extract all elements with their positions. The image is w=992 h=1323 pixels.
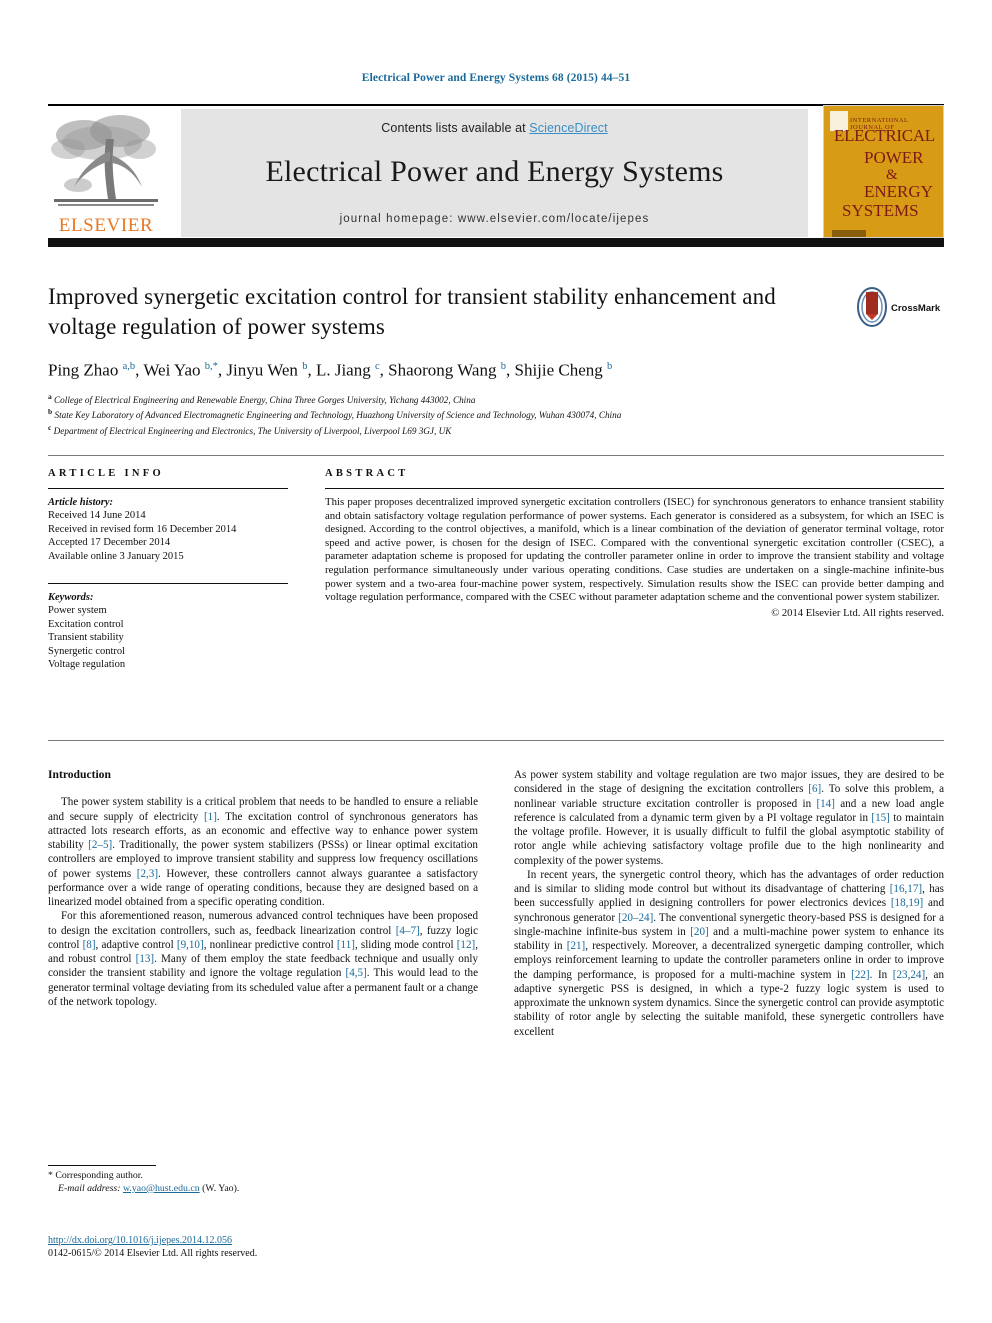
cover-line-1: ELECTRICAL (834, 126, 935, 145)
author-list: Ping Zhao a,b, Wei Yao b,*, Jinyu Wen b,… (48, 360, 613, 380)
keywords-label: Keywords: (48, 592, 94, 604)
cover-line-5: SYSTEMS (842, 201, 919, 220)
keyword-item: Voltage regulation (48, 659, 126, 671)
issn-copyright-line: 0142-0615/© 2014 Elsevier Ltd. All right… (48, 1248, 258, 1259)
keywords-rule (48, 583, 288, 585)
email-note: E-mail address: w.yao@hust.edu.cn (W. Ya… (48, 1183, 478, 1196)
footnote-rule (48, 1165, 156, 1166)
sciencedirect-link[interactable]: ScienceDirect (529, 121, 607, 135)
email-link[interactable]: w.yao@hust.edu.cn (123, 1183, 200, 1194)
body-column-left: Introduction The power system stability … (48, 768, 478, 1009)
cover-line-2: POWER (864, 148, 924, 167)
body-column-right: As power system stability and voltage re… (514, 768, 944, 1039)
masthead-bottom-rule (48, 238, 944, 247)
cover-publisher-badge (832, 230, 866, 237)
email-label: E-mail address: (58, 1182, 121, 1194)
body-top-rule (48, 740, 944, 741)
page-footer: http://dx.doi.org/10.1016/j.ijepes.2014.… (48, 1234, 478, 1260)
abstract-heading: ABSTRACT (325, 468, 409, 479)
crossmark-label: CrossMark (891, 303, 941, 314)
elsevier-logo: ELSEVIER (48, 109, 164, 237)
keyword-item: Power system (48, 605, 107, 617)
doi-link[interactable]: http://dx.doi.org/10.1016/j.ijepes.2014.… (48, 1235, 232, 1246)
contents-prefix: Contents lists available at (381, 121, 530, 135)
corresponding-text: Corresponding author. (55, 1170, 143, 1181)
article-info-rule (48, 488, 288, 489)
elsevier-wordmark: ELSEVIER (58, 215, 154, 236)
journal-homepage[interactable]: journal homepage: www.elsevier.com/locat… (181, 213, 808, 225)
page-title: Improved synergetic excitation control f… (48, 284, 776, 339)
title-block: Improved synergetic excitation control f… (48, 282, 848, 438)
history-item: Received 14 June 2014 (48, 510, 146, 522)
keyword-item: Transient stability (48, 632, 124, 644)
affiliation-list: a College of Electrical Engineering and … (48, 391, 622, 437)
body-text-right: As power system stability and voltage re… (514, 769, 945, 1038)
body-text-left: The power system stability is a critical… (48, 796, 479, 1008)
contents-available-line: Contents lists available at ScienceDirec… (181, 121, 808, 135)
article-info-heading: ARTICLE INFO (48, 468, 164, 479)
article-info-column: ARTICLE INFO Article history: Received 1… (48, 468, 288, 671)
history-item: Available online 3 January 2015 (48, 550, 184, 562)
keyword-item: Excitation control (48, 618, 124, 630)
corresponding-author-note: * Corresponding author. (48, 1170, 478, 1183)
journal-cover-thumbnail: INTERNATIONAL JOURNAL OF ELECTRICAL POWE… (823, 105, 944, 238)
abstract-text: This paper proposes decentralized improv… (325, 496, 944, 604)
article-page: Electrical Power and Energy Systems 68 (… (0, 0, 992, 1323)
journal-masthead: ELSEVIER Contents lists available at Sci… (48, 105, 944, 238)
article-history-group: Article history: Received 14 June 2014 R… (48, 496, 288, 563)
article-history-label: Article history: (48, 497, 114, 508)
email-owner: (W. Yao). (202, 1182, 240, 1194)
masthead-center-panel: Contents lists available at ScienceDirec… (181, 109, 808, 237)
info-section-top-rule (48, 455, 944, 456)
abstract-column: ABSTRACT This paper proposes decentraliz… (325, 468, 944, 619)
abstract-copyright: © 2014 Elsevier Ltd. All rights reserved… (771, 607, 944, 619)
keyword-item: Synergetic control (48, 645, 126, 657)
footnote-block: * Corresponding author. E-mail address: … (48, 1170, 478, 1195)
keywords-group: Keywords: Power system Excitation contro… (48, 591, 288, 671)
abstract-rule (325, 488, 944, 489)
cover-line-4: ENERGY (864, 182, 933, 201)
section-heading-introduction: Introduction (48, 768, 111, 781)
running-head: Electrical Power and Energy Systems 68 (… (361, 72, 631, 84)
history-item: Received in revised form 16 December 201… (48, 523, 237, 535)
history-item: Accepted 17 December 2014 (48, 537, 171, 549)
corresponding-marker: * (48, 1170, 53, 1181)
crossmark-badge[interactable]: CrossMark (855, 287, 950, 335)
journal-title: Electrical Power and Energy Systems (265, 155, 724, 188)
crossmark-icon (857, 287, 887, 327)
